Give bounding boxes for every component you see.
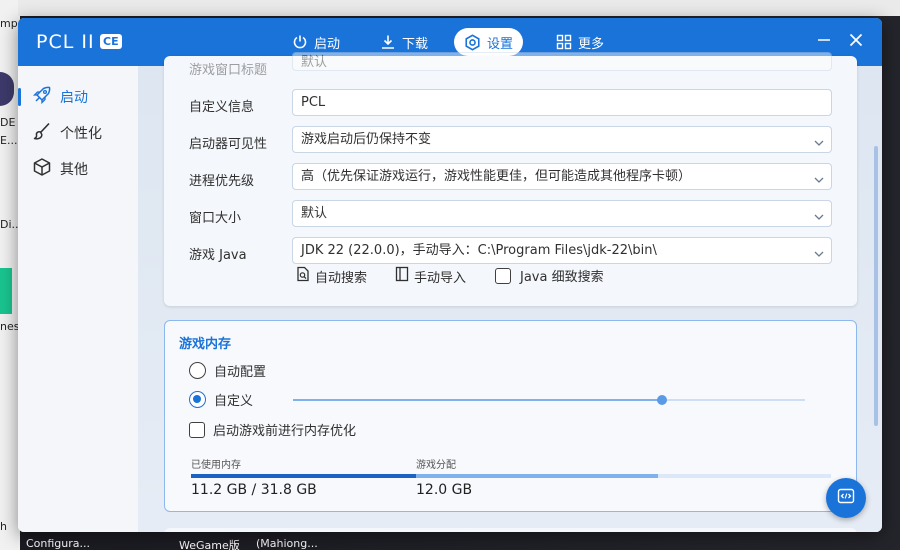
window-size-label: 窗口大小: [189, 211, 242, 226]
window-title-label: 游戏窗口标题: [189, 63, 268, 78]
edition-badge: CE: [100, 34, 122, 49]
window-title-field[interactable]: 默认: [292, 52, 832, 71]
select-value: 默认: [301, 206, 328, 221]
game-allocation-value: 12.0 GB: [416, 482, 473, 498]
memory-usage-bar: [191, 474, 831, 478]
close-icon: [849, 33, 863, 51]
minimize-icon: [817, 33, 831, 51]
cube-icon: [32, 157, 52, 181]
checkbox-box: [495, 267, 511, 284]
pcl-window: PCL II CE 启动 下载 设置 更多 启动 个性化 其他 游戏窗口标题 默…: [18, 18, 882, 532]
custom-info-label: 自定义信息: [189, 100, 255, 115]
memory-slider[interactable]: [293, 395, 805, 405]
desktop-app-icon[interactable]: [0, 268, 12, 314]
desktop-label: WeGame版: [179, 539, 240, 550]
rocket-icon: [32, 85, 52, 109]
search-file-icon: [296, 266, 310, 286]
desktop-label: mp: [0, 17, 18, 30]
download-icon: [380, 34, 396, 50]
desktop-label: (Mahiong...: [256, 537, 318, 550]
game-java-select[interactable]: JDK 22 (22.0.0)，手动导入：C:\Program Files\jd…: [292, 237, 832, 264]
grid-icon: [556, 34, 572, 50]
used-memory-fill: [191, 474, 417, 478]
desktop-label: DE: [0, 116, 16, 129]
button-label: 自动搜索: [315, 270, 368, 286]
chevron-down-icon: [813, 170, 825, 189]
radio-label: 自动配置: [214, 365, 267, 380]
allocated-memory-fill: [416, 474, 658, 478]
settings-content: 游戏窗口标题 默认 自定义信息 PCL 启动器可见性 游戏启动后仍保持不变 进程…: [138, 52, 882, 532]
import-icon: [395, 266, 409, 286]
launcher-visibility-select[interactable]: 游戏启动后仍保持不变: [292, 126, 832, 153]
chevron-down-icon: [813, 207, 825, 226]
sidebar-item-label: 个性化: [60, 126, 102, 142]
button-label: 手动导入: [414, 270, 467, 286]
custom-info-input[interactable]: PCL: [292, 89, 832, 116]
desktop-label: h: [0, 520, 7, 533]
checkbox-box: [189, 421, 205, 438]
radio-indicator: [189, 391, 206, 408]
launcher-visibility-label: 启动器可见性: [189, 137, 268, 152]
settings-sidebar: 启动 个性化 其他: [18, 66, 138, 532]
sidebar-item-other[interactable]: 其他: [18, 152, 138, 186]
game-memory-card: 游戏内存 自动配置 自定义 启动游戏前进行内存优化 已使用内存 游戏分配 11.…: [164, 320, 857, 512]
radio-indicator: [189, 362, 206, 379]
process-priority-select[interactable]: 高（优先保证游戏运行，游戏性能更佳，但可能造成其他程序卡顿）: [292, 163, 832, 190]
window-size-select[interactable]: 默认: [292, 200, 832, 227]
desktop-label: Configura...: [26, 537, 91, 550]
app-title: PCL II: [36, 31, 95, 53]
select-value: 游戏启动后仍保持不变: [301, 132, 432, 147]
used-memory-value: 11.2 GB / 31.8 GB: [191, 482, 317, 498]
next-card-edge: [164, 528, 857, 532]
code-button[interactable]: [826, 478, 866, 518]
power-icon: [292, 34, 308, 50]
sidebar-item-label: 启动: [60, 90, 88, 106]
optimize-memory-checkbox[interactable]: 启动游戏前进行内存优化: [189, 420, 356, 439]
select-value: 高（优先保证游戏运行，游戏性能更佳，但可能造成其他程序卡顿）: [301, 169, 692, 184]
brush-icon: [32, 121, 52, 145]
manual-import-button[interactable]: 手动导入: [395, 266, 466, 286]
desktop-label: E...: [0, 134, 18, 147]
checkbox-label: 启动游戏前进行内存优化: [213, 424, 357, 439]
game-java-label: 游戏 Java: [189, 248, 247, 263]
tab-label: 更多: [578, 36, 605, 52]
auto-search-button[interactable]: 自动搜索: [296, 266, 367, 286]
slider-fill: [293, 399, 662, 401]
gear-icon: [464, 33, 481, 51]
auto-config-radio[interactable]: 自动配置: [189, 361, 266, 380]
sidebar-item-label: 其他: [60, 162, 88, 178]
tab-label: 下载: [402, 36, 429, 52]
process-priority-label: 进程优先级: [189, 174, 255, 189]
chevron-down-icon: [813, 133, 825, 152]
game-allocation-label: 游戏分配: [416, 460, 456, 471]
used-memory-label: 已使用内存: [191, 460, 241, 471]
active-indicator: [18, 88, 21, 106]
close-button[interactable]: [844, 30, 868, 54]
memory-section-title: 游戏内存: [179, 337, 232, 352]
select-value: JDK 22 (22.0.0)，手动导入：C:\Program Files\jd…: [301, 243, 657, 258]
launch-options-card: 游戏窗口标题 默认 自定义信息 PCL 启动器可见性 游戏启动后仍保持不变 进程…: [164, 52, 857, 306]
desktop-label: nes: [0, 320, 20, 333]
sidebar-item-personalize[interactable]: 个性化: [18, 116, 138, 150]
tab-label: 设置: [487, 36, 514, 52]
radio-label: 自定义: [214, 394, 254, 409]
slider-thumb[interactable]: [656, 395, 667, 405]
tab-label: 启动: [314, 36, 341, 52]
custom-memory-radio[interactable]: 自定义: [189, 390, 253, 409]
minimize-button[interactable]: [812, 30, 836, 54]
code-icon: [837, 488, 855, 508]
chevron-down-icon: [813, 244, 825, 263]
scrollbar[interactable]: [874, 146, 878, 426]
desktop-top-strip: [0, 0, 900, 16]
checkbox-label: Java 细致搜索: [520, 270, 604, 285]
java-detailed-search-checkbox[interactable]: Java 细致搜索: [495, 266, 604, 285]
sidebar-item-launch[interactable]: 启动: [18, 80, 138, 114]
